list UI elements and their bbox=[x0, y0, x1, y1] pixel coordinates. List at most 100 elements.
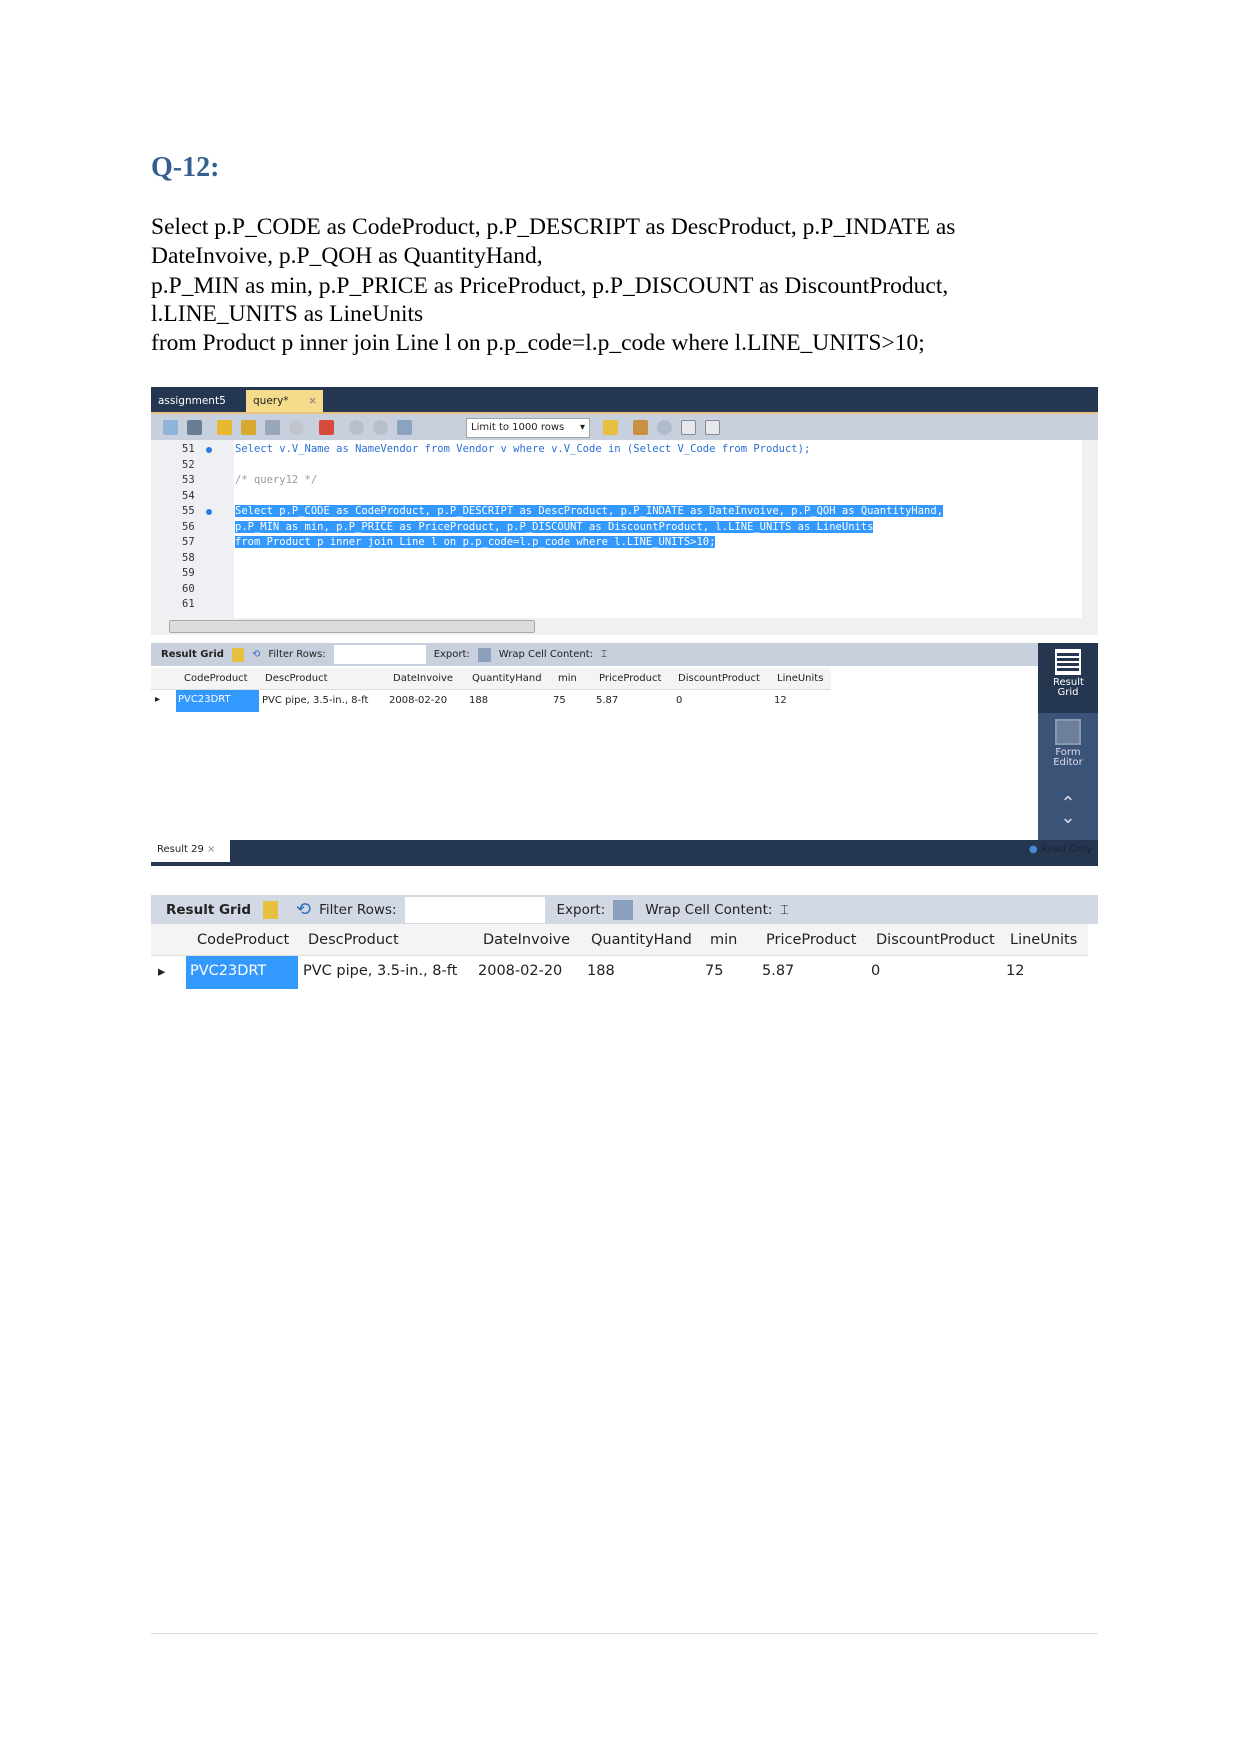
table-cell[interactable]: 188 bbox=[469, 695, 488, 706]
grid-icon[interactable] bbox=[231, 647, 244, 662]
export-icon[interactable] bbox=[477, 647, 491, 662]
execute-current-icon[interactable] bbox=[241, 420, 256, 435]
refresh-icon[interactable]: ⟲ bbox=[296, 899, 311, 920]
bookmark-icon[interactable] bbox=[603, 420, 618, 435]
table-cell[interactable]: 2008-02-20 bbox=[389, 695, 447, 706]
column-header[interactable]: CodeProduct bbox=[197, 932, 289, 948]
close-icon[interactable]: × bbox=[207, 844, 215, 855]
rollback-icon[interactable] bbox=[373, 420, 388, 435]
open-icon[interactable] bbox=[163, 420, 178, 435]
table-cell[interactable]: 12 bbox=[774, 695, 787, 706]
row-pointer-icon: ▸ bbox=[155, 694, 161, 705]
column-header[interactable]: LineUnits bbox=[777, 673, 823, 684]
commit-icon[interactable] bbox=[349, 420, 364, 435]
result-toolbar: Result Grid ⟲ Filter Rows: Export: Wrap … bbox=[151, 643, 1038, 666]
sql-text-line: p.P_MIN as min, p.P_PRICE as PriceProduc… bbox=[151, 273, 949, 299]
column-header[interactable]: DiscountProduct bbox=[876, 932, 995, 948]
result-grid-label[interactable]: Result Grid bbox=[166, 902, 251, 918]
horizontal-scrollbar[interactable] bbox=[151, 618, 1098, 635]
search-icon[interactable] bbox=[657, 420, 672, 435]
vertical-scrollbar[interactable] bbox=[1082, 440, 1098, 618]
scrollbar-thumb[interactable] bbox=[169, 620, 535, 633]
result-tab[interactable]: Result 29 × bbox=[151, 840, 230, 862]
line-number: 57 bbox=[182, 536, 195, 548]
table-cell[interactable]: 2008-02-20 bbox=[478, 963, 562, 979]
beautify-icon[interactable] bbox=[633, 420, 648, 435]
column-header[interactable]: DiscountProduct bbox=[678, 673, 760, 684]
autocommit-icon[interactable] bbox=[397, 420, 412, 435]
tab-assignment5[interactable]: assignment5 bbox=[151, 390, 233, 412]
result-tab-bar: Result 29 × ● Read Only bbox=[151, 840, 1098, 866]
column-header[interactable]: DateInvoive bbox=[483, 932, 570, 948]
row-pointer-icon: ▸ bbox=[158, 964, 166, 980]
table-cell[interactable]: PVC pipe, 3.5-in., 8-ft bbox=[262, 695, 368, 706]
wrap-cell-label: Wrap Cell Content: bbox=[645, 901, 773, 918]
table-cell[interactable]: 5.87 bbox=[762, 963, 794, 979]
save-icon[interactable] bbox=[187, 420, 202, 435]
tab-label: query* bbox=[253, 395, 289, 407]
expand-collapse-icon[interactable]: ⌃ ⌄ bbox=[1038, 783, 1098, 827]
sql-text-line: Select p.P_CODE as CodeProduct, p.P_DESC… bbox=[151, 214, 956, 240]
toggle-error-icon[interactable] bbox=[319, 420, 334, 435]
tab-query[interactable]: query* × bbox=[246, 390, 323, 412]
table-cell[interactable]: 12 bbox=[1006, 963, 1024, 979]
table-cell[interactable]: 0 bbox=[871, 963, 880, 979]
tab-bar: assignment5 query* × bbox=[151, 387, 1098, 412]
export-label: Export: bbox=[556, 901, 606, 918]
limit-rows-select[interactable]: Limit to 1000 rows ▾ bbox=[466, 418, 590, 438]
explain-icon[interactable] bbox=[265, 420, 280, 435]
grid-icon[interactable] bbox=[263, 900, 279, 919]
column-header[interactable]: QuantityHand bbox=[472, 673, 542, 684]
grid-header: CodeProduct DescProduct DateInvoive Quan… bbox=[151, 668, 831, 690]
invisible-chars-icon[interactable] bbox=[681, 420, 696, 435]
column-header[interactable]: min bbox=[558, 673, 577, 684]
column-header[interactable]: DateInvoive bbox=[393, 673, 453, 684]
code-line-selected: Select p.P_CODE as CodeProduct, p.P_DESC… bbox=[235, 505, 944, 517]
table-row[interactable]: ▸ PVC23DRT PVC pipe, 3.5-in., 8-ft 2008-… bbox=[151, 690, 831, 712]
editor-toolbar: Limit to 1000 rows ▾ bbox=[151, 412, 1098, 440]
result-grid-label[interactable]: Result Grid bbox=[161, 649, 224, 660]
column-header[interactable]: min bbox=[710, 932, 737, 948]
side-label: Form Editor bbox=[1053, 747, 1083, 768]
table-cell[interactable]: 5.87 bbox=[596, 695, 618, 706]
column-header[interactable]: DescProduct bbox=[265, 673, 328, 684]
table-cell[interactable]: PVC23DRT bbox=[176, 690, 259, 712]
code-comment: /* query12 */ bbox=[235, 474, 318, 486]
stop-icon[interactable] bbox=[289, 420, 304, 435]
column-header[interactable]: PriceProduct bbox=[766, 932, 856, 948]
table-cell[interactable]: 75 bbox=[705, 963, 723, 979]
result-toolbar: Result Grid ⟲ Filter Rows: Export: Wrap … bbox=[151, 895, 1098, 924]
line-number: 53 bbox=[182, 474, 195, 486]
side-form-editor-button[interactable]: Form Editor bbox=[1038, 713, 1098, 783]
wrap-icon[interactable]: ⌶ bbox=[780, 902, 788, 918]
export-icon[interactable] bbox=[613, 899, 634, 920]
execute-icon[interactable] bbox=[217, 420, 232, 435]
table-row[interactable]: ▸ PVC23DRT PVC pipe, 3.5-in., 8-ft 2008-… bbox=[151, 956, 1088, 989]
limit-label: Limit to 1000 rows bbox=[471, 422, 565, 433]
word-wrap-icon[interactable] bbox=[705, 420, 720, 435]
table-cell[interactable]: 0 bbox=[676, 695, 682, 706]
filter-rows-input[interactable] bbox=[333, 645, 426, 664]
filter-rows-input[interactable] bbox=[404, 896, 545, 923]
line-number: 51 bbox=[182, 443, 195, 455]
column-header[interactable]: PriceProduct bbox=[599, 673, 661, 684]
side-result-grid-button[interactable]: Result Grid bbox=[1038, 643, 1098, 713]
column-header[interactable]: DescProduct bbox=[308, 932, 399, 948]
result-grid-screenshot: Result Grid ⟲ Filter Rows: Export: Wrap … bbox=[151, 895, 1098, 989]
line-number: 58 bbox=[182, 551, 195, 564]
result-tab-label: Result 29 bbox=[157, 844, 204, 855]
column-header[interactable]: CodeProduct bbox=[184, 673, 248, 684]
table-cell[interactable]: 188 bbox=[587, 963, 615, 979]
sql-editor[interactable]: 51 52 53 54 55 56 57 58 59 60 61 Select … bbox=[151, 440, 1098, 618]
table-cell[interactable]: 75 bbox=[553, 695, 566, 706]
table-cell[interactable]: PVC pipe, 3.5-in., 8-ft bbox=[303, 963, 457, 979]
footer-divider bbox=[151, 1633, 1098, 1634]
question-heading: Q-12: bbox=[151, 152, 220, 183]
table-cell[interactable]: PVC23DRT bbox=[186, 956, 298, 989]
wrap-icon[interactable]: ⌶ bbox=[601, 649, 607, 660]
column-header[interactable]: QuantityHand bbox=[591, 932, 692, 948]
close-icon[interactable]: × bbox=[308, 390, 317, 412]
column-header[interactable]: LineUnits bbox=[1010, 932, 1077, 948]
filter-rows-label: Filter Rows: bbox=[319, 901, 397, 918]
refresh-icon[interactable]: ⟲ bbox=[252, 649, 260, 660]
